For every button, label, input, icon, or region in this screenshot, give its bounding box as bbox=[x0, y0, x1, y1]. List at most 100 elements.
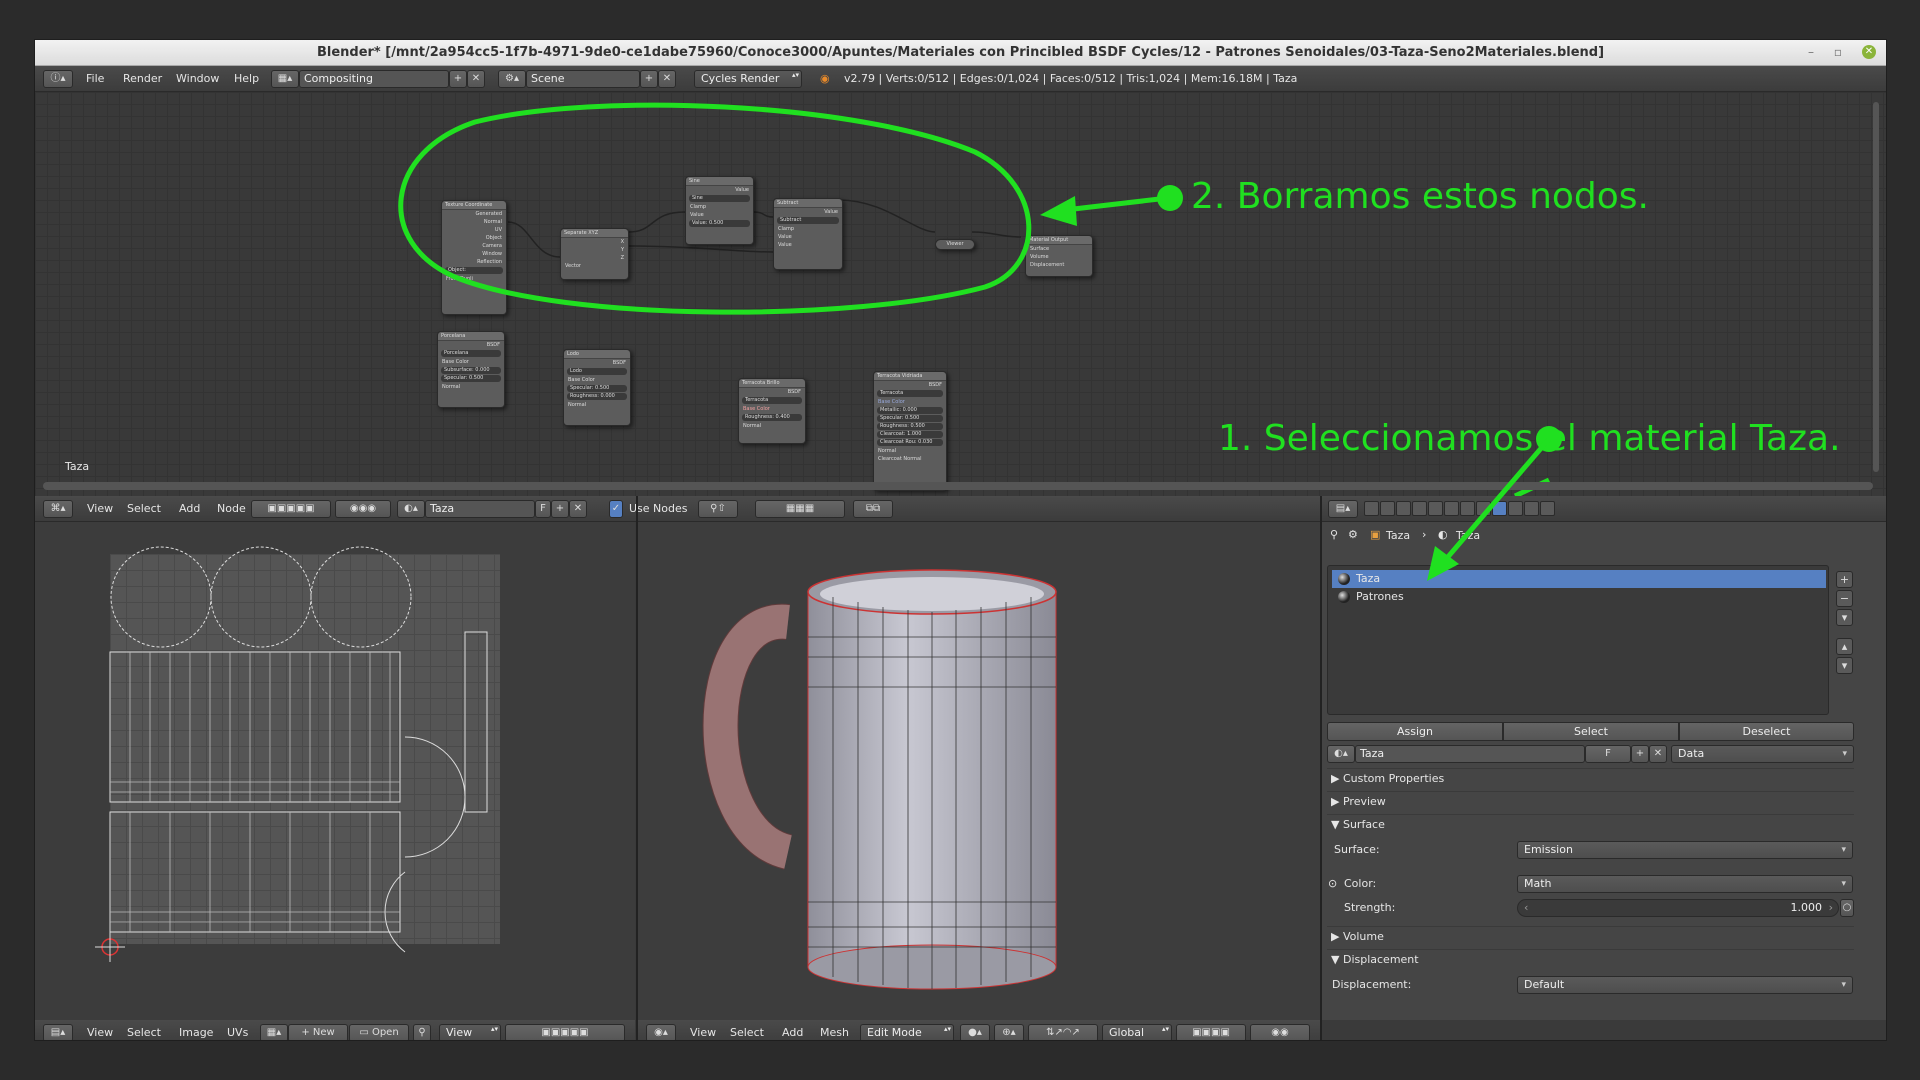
copy-paste-icons[interactable]: ⧉⧉ bbox=[853, 500, 893, 518]
menu-add[interactable]: Add bbox=[782, 1026, 803, 1039]
menu-help[interactable]: Help bbox=[234, 72, 259, 85]
render-layers-tab-icon[interactable] bbox=[1380, 501, 1395, 516]
unlink-material-icon[interactable]: ✕ bbox=[1649, 745, 1667, 763]
vertical-scrollbar[interactable] bbox=[1873, 102, 1879, 472]
uv-image-editor[interactable] bbox=[35, 522, 635, 1020]
snap-icons[interactable]: ▦▦▦ bbox=[755, 500, 845, 518]
menu-view[interactable]: View bbox=[87, 502, 113, 515]
3d-viewport[interactable] bbox=[638, 522, 1320, 1020]
material-name-field[interactable]: Taza bbox=[425, 500, 535, 518]
node-tree-type-icons[interactable]: ▣▣▣▣▣ bbox=[251, 500, 331, 518]
render-engine-select[interactable]: Cycles Render bbox=[694, 70, 802, 88]
remove-screen-icon[interactable]: ✕ bbox=[467, 70, 485, 88]
editor-type-info-icon[interactable]: ⓘ▴ bbox=[43, 70, 73, 88]
displacement-select[interactable]: Default bbox=[1517, 976, 1853, 994]
add-material-icon[interactable]: + bbox=[1631, 745, 1649, 763]
remove-scene-icon[interactable]: ✕ bbox=[658, 70, 676, 88]
menu-select[interactable]: Select bbox=[127, 1026, 161, 1039]
menu-view[interactable]: View bbox=[87, 1026, 113, 1039]
view-mode-select[interactable]: View bbox=[439, 1024, 501, 1040]
screen-layout-field[interactable]: Compositing bbox=[299, 70, 449, 88]
increment-icon[interactable]: › bbox=[1829, 900, 1833, 916]
editor-type-image-icon[interactable]: ▤▴ bbox=[43, 1024, 73, 1040]
menu-node[interactable]: Node bbox=[217, 502, 246, 515]
panel-preview[interactable]: ▶ Preview bbox=[1327, 791, 1854, 811]
menu-file[interactable]: File bbox=[86, 72, 104, 85]
unlink-material-icon[interactable]: ✕ bbox=[569, 500, 587, 518]
orientation-select[interactable]: Global bbox=[1102, 1024, 1172, 1040]
color-socket-icon[interactable]: ⊙ bbox=[1328, 877, 1337, 890]
editor-type-node-icon[interactable]: ⌘▴ bbox=[43, 500, 73, 518]
physics-tab-icon[interactable] bbox=[1540, 501, 1555, 516]
texture-tab-icon[interactable] bbox=[1508, 501, 1523, 516]
modifiers-tab-icon[interactable] bbox=[1460, 501, 1475, 516]
use-nodes-checkbox[interactable]: ✓ bbox=[609, 500, 623, 518]
proportional-icons[interactable]: ◉◉ bbox=[1250, 1024, 1310, 1040]
horizontal-scrollbar[interactable] bbox=[43, 482, 1873, 490]
select-button[interactable]: Select bbox=[1503, 722, 1679, 741]
material-slot-taza[interactable]: Taza bbox=[1332, 570, 1826, 588]
material-browse-icon[interactable]: ◐▴ bbox=[1327, 745, 1355, 763]
fake-user-button[interactable]: F bbox=[1585, 745, 1631, 763]
slot-specials-icon[interactable]: ▾ bbox=[1836, 609, 1853, 626]
menu-image[interactable]: Image bbox=[179, 1026, 213, 1039]
add-material-icon[interactable]: + bbox=[551, 500, 569, 518]
pivot-icon[interactable]: ⊕▴ bbox=[994, 1024, 1024, 1040]
material-slot-patrones[interactable]: Patrones bbox=[1332, 588, 1826, 606]
add-slot-button[interactable]: + bbox=[1836, 571, 1853, 588]
material-slot-list[interactable]: Taza Patrones bbox=[1327, 565, 1829, 715]
material-browse-icon[interactable]: ◐▴ bbox=[397, 500, 425, 518]
strength-slider[interactable]: ‹ 1.000 › bbox=[1517, 899, 1839, 917]
open-image-button[interactable]: ▭ Open bbox=[349, 1024, 409, 1040]
pin-icon[interactable]: ⚲ bbox=[1330, 528, 1338, 541]
material-name-field[interactable]: Taza bbox=[1355, 745, 1585, 763]
scene-tab-icon[interactable] bbox=[1396, 501, 1411, 516]
deselect-button[interactable]: Deselect bbox=[1679, 722, 1854, 741]
node-editor[interactable]: Texture Coordinate Generated Normal UV O… bbox=[35, 92, 1886, 496]
panel-volume[interactable]: ▶ Volume bbox=[1327, 926, 1854, 946]
remove-slot-button[interactable]: − bbox=[1836, 590, 1853, 607]
scene-field[interactable]: Scene bbox=[526, 70, 640, 88]
close-button[interactable]: ✕ bbox=[1862, 45, 1876, 59]
minimize-button[interactable]: – bbox=[1808, 45, 1814, 59]
menu-add[interactable]: Add bbox=[179, 502, 200, 515]
surface-shader-select[interactable]: Emission bbox=[1517, 841, 1853, 859]
maximize-button[interactable]: ▫ bbox=[1834, 45, 1842, 59]
menu-window[interactable]: Window bbox=[176, 72, 219, 85]
shading-icon[interactable]: ●▴ bbox=[960, 1024, 990, 1040]
menu-select[interactable]: Select bbox=[730, 1026, 764, 1039]
panel-surface[interactable]: ▼ Surface bbox=[1327, 814, 1854, 834]
backdrop-icons[interactable]: ⚲⇧ bbox=[698, 500, 738, 518]
decrement-icon[interactable]: ‹ bbox=[1524, 900, 1528, 916]
shader-type-icons[interactable]: ◉◉◉ bbox=[335, 500, 391, 518]
menu-select[interactable]: Select bbox=[127, 502, 161, 515]
add-scene-icon[interactable]: + bbox=[640, 70, 658, 88]
material-tab-icon[interactable] bbox=[1492, 501, 1507, 516]
world-tab-icon[interactable] bbox=[1412, 501, 1427, 516]
strength-socket-icon[interactable]: ○ bbox=[1840, 899, 1854, 917]
pin-icon[interactable]: ⚲ bbox=[413, 1024, 431, 1040]
move-slot-up-icon[interactable]: ▴ bbox=[1836, 638, 1853, 655]
image-browse-icon[interactable]: ▦▴ bbox=[260, 1024, 288, 1040]
screen-layout-icon[interactable]: ▦▴ bbox=[271, 70, 299, 88]
editor-type-3d-icon[interactable]: ◉▴ bbox=[646, 1024, 676, 1040]
fake-user-button[interactable]: F bbox=[535, 500, 551, 518]
constraints-tab-icon[interactable] bbox=[1444, 501, 1459, 516]
menu-render[interactable]: Render bbox=[123, 72, 162, 85]
add-screen-icon[interactable]: + bbox=[449, 70, 467, 88]
render-tab-icon[interactable] bbox=[1364, 501, 1379, 516]
object-tab-icon[interactable] bbox=[1428, 501, 1443, 516]
scene-icon[interactable]: ⚙▴ bbox=[498, 70, 526, 88]
uv-tool-icons[interactable]: ▣▣▣▣▣ bbox=[505, 1024, 625, 1040]
panel-custom-properties[interactable]: ▶ Custom Properties bbox=[1327, 768, 1854, 788]
mode-select[interactable]: Edit Mode bbox=[860, 1024, 954, 1040]
data-tab-icon[interactable] bbox=[1476, 501, 1491, 516]
menu-uvs[interactable]: UVs bbox=[227, 1026, 248, 1039]
new-image-button[interactable]: + New bbox=[288, 1024, 348, 1040]
editor-type-properties-icon[interactable]: ▤▴ bbox=[1328, 500, 1358, 518]
link-select[interactable]: Data bbox=[1671, 745, 1854, 763]
move-slot-down-icon[interactable]: ▾ bbox=[1836, 657, 1853, 674]
assign-button[interactable]: Assign bbox=[1327, 722, 1503, 741]
panel-displacement[interactable]: ▼ Displacement bbox=[1327, 949, 1854, 969]
particles-tab-icon[interactable] bbox=[1524, 501, 1539, 516]
